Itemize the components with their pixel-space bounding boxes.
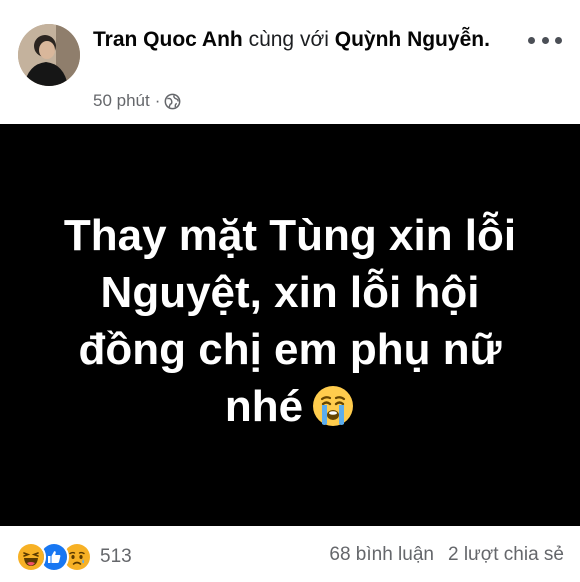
- post-text-line: Nguyệt, xin lỗi hội: [100, 268, 480, 317]
- author-line: Tran Quoc Anh cùng với Quỳnh Nguyễn.: [93, 24, 493, 56]
- post-text-line: nhé: [224, 382, 304, 431]
- author-avatar[interactable]: [18, 24, 80, 86]
- status-background-card[interactable]: Thay mặt Tùng xin lỗi Nguyệt, xin lỗi hộ…: [0, 124, 580, 526]
- post-header: Tran Quoc Anh cùng với Quỳnh Nguyễn. 50 …: [0, 0, 580, 124]
- reactions-summary[interactable]: 513: [16, 542, 132, 572]
- post-text-line: đồng chị em phụ nữ: [78, 325, 502, 374]
- post-text-line: Thay mặt Tùng xin lỗi: [63, 211, 517, 260]
- post-time[interactable]: 50 phút: [93, 91, 150, 111]
- post-footer: 513 68 bình luận 2 lượt chia sẻ: [0, 526, 580, 582]
- engagement-stats: 68 bình luận 2 lượt chia sẻ: [329, 544, 564, 566]
- crying-face-emoji: [311, 384, 355, 428]
- author-name[interactable]: Tran Quoc Anh: [93, 28, 243, 51]
- globe-icon: [164, 93, 181, 110]
- haha-icon: [16, 542, 46, 572]
- post-meta: 50 phút ·: [93, 90, 181, 112]
- shares-count-link[interactable]: 2 lượt chia sẻ: [448, 544, 564, 566]
- post-text: Thay mặt Tùng xin lỗi Nguyệt, xin lỗi hộ…: [40, 207, 540, 435]
- with-text: cùng với: [248, 28, 329, 51]
- stats-spacer: [434, 544, 448, 566]
- dot: [528, 36, 535, 44]
- post-text-last-line: nhé: [40, 378, 540, 435]
- dot: [541, 36, 549, 44]
- more-options-icon[interactable]: [528, 28, 562, 52]
- tagged-name[interactable]: Quỳnh Nguyễn.: [335, 28, 490, 51]
- dot: [555, 36, 562, 44]
- meta-separator: ·: [154, 91, 161, 110]
- comments-count-link[interactable]: 68 bình luận: [329, 544, 434, 566]
- reaction-count: 513: [100, 546, 132, 567]
